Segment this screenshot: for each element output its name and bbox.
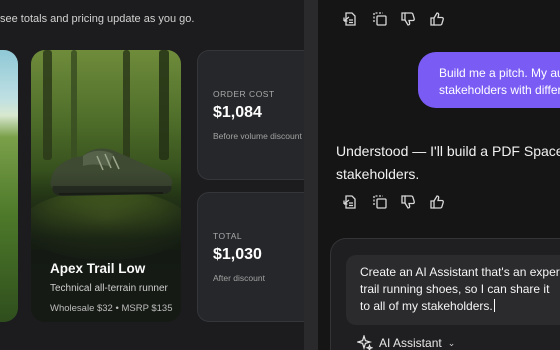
message-composer: Create an AI Assistant that's an expert … bbox=[330, 238, 560, 350]
copy-icon[interactable] bbox=[372, 11, 388, 27]
assistant-selector-label: AI Assistant bbox=[379, 336, 442, 350]
user-message-bubble: Build me a pitch. My audience stakeholde… bbox=[418, 52, 560, 108]
total-value: $1,030 bbox=[213, 246, 262, 263]
prompt-line-last: to all of my stakeholders. bbox=[360, 298, 560, 315]
product-card[interactable]: Apex Trail Low Technical all-terrain run… bbox=[31, 50, 181, 322]
chevron-down-icon: ⌄ bbox=[447, 337, 456, 348]
prompt-line: to all of my stakeholders. bbox=[360, 299, 493, 313]
order-cost-label: ORDER COST bbox=[213, 89, 275, 99]
sparkle-icon bbox=[357, 335, 373, 350]
total-note: After discount bbox=[213, 273, 265, 283]
previous-product-card[interactable] bbox=[0, 50, 18, 322]
commerce-panel: see totals and pricing update as you go.… bbox=[0, 0, 304, 350]
total-label: TOTAL bbox=[213, 231, 243, 241]
copy-icon[interactable] bbox=[372, 194, 388, 210]
assistant-message-line: stakeholders. bbox=[336, 166, 420, 182]
product-name: Apex Trail Low bbox=[50, 261, 146, 276]
text-caret bbox=[493, 299, 495, 312]
assistant-message: Understood — I'll build a PDF Spaces sta… bbox=[336, 140, 560, 186]
product-description: Technical all-terrain runner bbox=[50, 283, 168, 294]
user-message-line: Build me a pitch. My audience bbox=[439, 66, 560, 80]
msrp-price: MSRP $135 bbox=[121, 303, 173, 314]
order-cost-note: Before volume discount bbox=[213, 131, 302, 141]
response-actions bbox=[342, 194, 452, 212]
thumbs-down-icon[interactable] bbox=[400, 11, 416, 27]
assistant-selector[interactable]: AI Assistant ⌄ bbox=[357, 335, 455, 350]
thumbs-up-icon[interactable] bbox=[429, 194, 445, 210]
order-cost-value: $1,084 bbox=[213, 104, 262, 121]
prompt-line: Create an AI Assistant that's an expert bbox=[360, 265, 560, 279]
export-icon[interactable] bbox=[342, 11, 358, 27]
instruction-text: see totals and pricing update as you go. bbox=[0, 13, 195, 25]
assistant-message-line: Understood — I'll build a PDF Spaces bbox=[336, 143, 560, 159]
price-row: Wholesale $32 • MSRP $135 bbox=[50, 303, 173, 314]
thumbs-up-icon[interactable] bbox=[429, 11, 445, 27]
response-actions-top bbox=[342, 11, 452, 29]
pane-divider[interactable] bbox=[304, 0, 318, 350]
prompt-input[interactable]: Create an AI Assistant that's an expert … bbox=[346, 255, 560, 325]
wholesale-price: Wholesale $32 • bbox=[50, 303, 119, 314]
prompt-line: trail running shoes, so I can share it bbox=[360, 282, 550, 296]
chat-panel: Build me a pitch. My audience stakeholde… bbox=[318, 0, 560, 350]
user-message-line: stakeholders with different needs bbox=[439, 83, 560, 97]
order-cost-card: ORDER COST $1,084 Before volume discount bbox=[197, 50, 304, 180]
total-card: TOTAL $1,030 After discount bbox=[197, 192, 304, 322]
export-icon[interactable] bbox=[342, 194, 358, 210]
thumbs-down-icon[interactable] bbox=[400, 194, 416, 210]
